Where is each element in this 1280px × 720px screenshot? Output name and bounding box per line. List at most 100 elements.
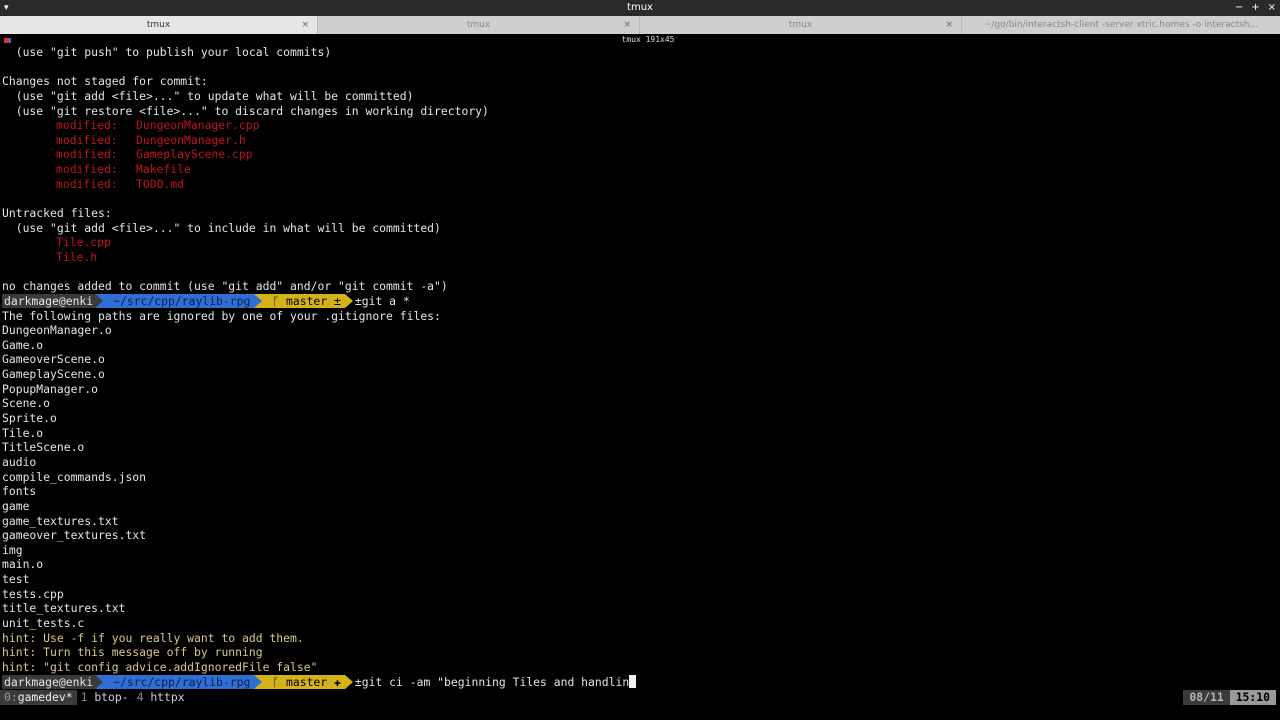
modified-file-line: modified: DungeonManager.cpp xyxy=(2,118,1280,133)
terminal-line: main.o xyxy=(2,557,44,572)
terminal-line: Changes not staged for commit: xyxy=(2,74,208,89)
terminal-line: Sprite.o xyxy=(2,411,57,426)
modified-filename: Makefile xyxy=(136,162,191,177)
modified-label: modified: xyxy=(56,162,118,177)
terminal-tab-bar: tmux × tmux × tmux × ~/go/bin/interactsh… xyxy=(0,16,1280,34)
maximize-button[interactable]: + xyxy=(1251,0,1259,16)
powerline-arrow-icon xyxy=(95,674,104,689)
minimize-button[interactable]: − xyxy=(1235,0,1243,16)
terminal-line: GameplayScene.o xyxy=(2,367,105,382)
terminal-line: no changes added to commit (use "git add… xyxy=(2,279,448,294)
terminal-line: (use "git push" to publish your local co… xyxy=(2,45,332,59)
prompt-git-branch: ᚴ master ✚ xyxy=(262,674,345,689)
tab-label: tmux xyxy=(466,20,491,30)
terminal-line: Tile.o xyxy=(2,425,44,440)
powerline-arrow-icon xyxy=(254,294,263,309)
tab-interactsh[interactable]: ~/go/bin/interactsh-client -server xtric… xyxy=(962,16,1280,34)
shell-prompt: darkmage@enki ~/src/cpp/raylib-rpg ᚴ maste… xyxy=(2,675,1280,690)
tmux-status-bar: 0:gamedev* 1 btop- 4 httpx 08/11 15:10 xyxy=(0,690,1280,705)
terminal-line: unit_tests.c xyxy=(2,615,85,630)
modified-label: modified: xyxy=(56,132,118,147)
status-date: 08/11 xyxy=(1183,690,1230,705)
terminal-line: DungeonManager.o xyxy=(2,323,112,338)
powerline-arrow-icon xyxy=(344,294,353,309)
window-titlebar: ▾ tmux − + × xyxy=(0,0,1280,16)
modified-label: modified: xyxy=(56,147,118,162)
window-index: 0: xyxy=(4,690,18,704)
terminal-cursor xyxy=(629,675,637,689)
prompt-user-segment: darkmage@enki xyxy=(2,294,96,309)
tmux-window-btop[interactable]: 1 btop- xyxy=(77,690,133,705)
modified-file-line: modified: Makefile xyxy=(2,162,1280,177)
untracked-file-line: Tile.cpp xyxy=(56,235,111,250)
prompt-user-segment: darkmage@enki xyxy=(2,674,96,689)
terminal-line: compile_commands.json xyxy=(2,469,147,484)
terminal-line: fonts xyxy=(2,484,37,499)
tab-tmux-2[interactable]: tmux × xyxy=(318,16,640,34)
status-time: 15:10 xyxy=(1229,690,1276,705)
modified-filename: DungeonManager.h xyxy=(136,132,246,147)
git-hint-line: hint: "git config advice.addIgnoredFile … xyxy=(2,659,318,674)
terminal-output: (use "git push" to publish your local co… xyxy=(2,45,1280,689)
tab-label: tmux xyxy=(788,20,813,30)
window-controls: − + × xyxy=(1235,0,1276,16)
terminal-line: Game.o xyxy=(2,337,44,352)
terminal-line: title_textures.txt xyxy=(2,601,126,616)
terminal-line: (use "git add <file>..." to update what … xyxy=(2,88,414,103)
terminal-line: PopupManager.o xyxy=(2,381,99,396)
terminal-line: gameover_textures.txt xyxy=(2,528,147,543)
tab-label: ~/go/bin/interactsh-client -server xtric… xyxy=(983,20,1259,30)
window-title: tmux xyxy=(627,2,653,13)
terminal-line: (use "git restore <file>..." to discard … xyxy=(2,103,489,118)
close-window-button[interactable]: × xyxy=(1268,0,1276,16)
powerline-arrow-icon xyxy=(254,674,263,689)
untracked-file-line: Tile.h xyxy=(56,249,98,264)
pane-size-indicator: tmux 191x45 xyxy=(621,35,675,44)
tab-close-icon[interactable]: × xyxy=(945,16,953,34)
window-name: btop- xyxy=(94,690,129,704)
terminal-line: Untracked files: xyxy=(2,206,112,221)
terminal-line: The following paths are ignored by one o… xyxy=(2,308,441,323)
powerline-arrow-icon xyxy=(344,674,353,689)
terminal-line: audio xyxy=(2,454,37,469)
terminal-line: game xyxy=(2,498,30,513)
prompt-path-segment: ~/src/cpp/raylib-rpg xyxy=(103,294,255,309)
terminal-line: test xyxy=(2,572,30,587)
terminal-line: img xyxy=(2,542,23,557)
powerline-arrow-icon xyxy=(95,294,104,309)
window-name: httpx xyxy=(150,690,185,704)
tab-label: tmux xyxy=(146,20,171,30)
tmux-window-gamedev[interactable]: 0:gamedev* xyxy=(0,690,77,705)
prompt-git-branch: ᚴ master ± xyxy=(262,294,345,309)
terminal-line: game_textures.txt xyxy=(2,513,119,528)
tab-tmux-1[interactable]: tmux × xyxy=(0,16,318,34)
terminal-line: tests.cpp xyxy=(2,586,64,601)
terminal-line: TitleScene.o xyxy=(2,440,85,455)
prompt-command[interactable]: ±git ci -am "beginning Tiles and handlin xyxy=(353,675,629,690)
modified-file-line: modified: GameplayScene.cpp xyxy=(2,147,1280,162)
window-index: 4 xyxy=(136,690,144,704)
terminal-pane[interactable]: tmux 191x45 (use "git push" to publish y… xyxy=(0,34,1280,720)
git-hint-line: hint: Use -f if you really want to add t… xyxy=(2,630,304,645)
terminal-line: GameoverScene.o xyxy=(2,352,105,367)
prompt-path-segment: ~/src/cpp/raylib-rpg xyxy=(103,674,255,689)
tmux-window-httpx[interactable]: 4 httpx xyxy=(133,690,189,705)
terminal-line: (use "git add <file>..." to include in w… xyxy=(2,220,441,235)
modified-label: modified: xyxy=(56,176,118,191)
shell-prompt: darkmage@enki ~/src/cpp/raylib-rpg ᚴ maste… xyxy=(2,294,1280,309)
modified-label: modified: xyxy=(56,118,118,133)
git-hint-line: hint: Turn this message off by running xyxy=(2,645,263,660)
window-name: gamedev* xyxy=(17,690,73,704)
status-right: 08/11 15:10 xyxy=(1183,690,1276,705)
tab-close-icon[interactable]: × xyxy=(623,16,631,34)
modified-file-line: modified: TODO.md xyxy=(2,177,1280,192)
modified-filename: GameplayScene.cpp xyxy=(136,147,253,162)
window-index: 1 xyxy=(80,690,88,704)
tab-close-icon[interactable]: × xyxy=(301,16,309,34)
modified-file-line: modified: DungeonManager.h xyxy=(2,133,1280,148)
prompt-command[interactable]: ±git a * xyxy=(353,294,410,309)
tab-tmux-3[interactable]: tmux × xyxy=(640,16,962,34)
